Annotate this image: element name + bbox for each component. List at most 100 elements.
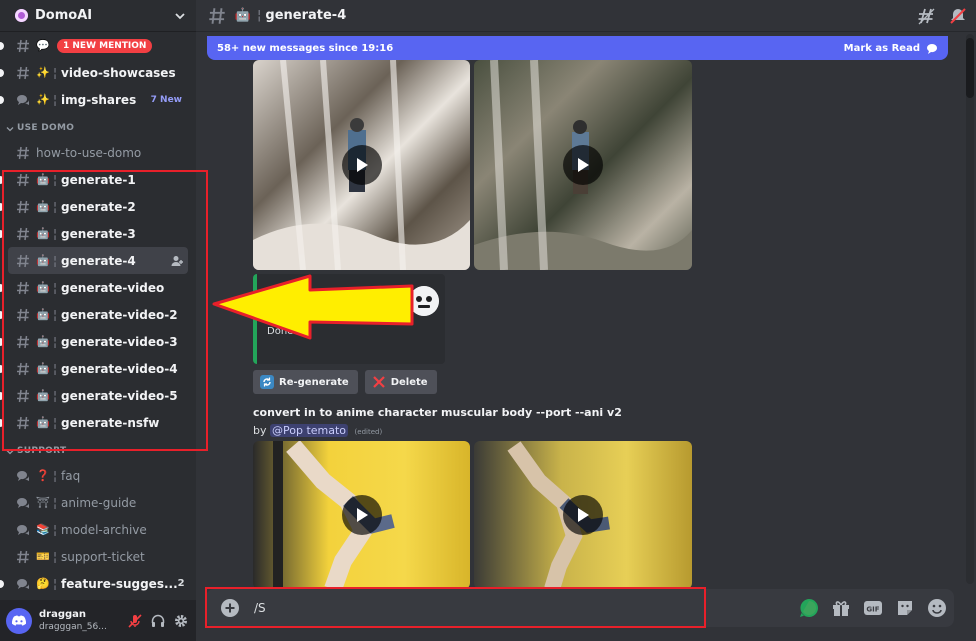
message-composer: GIF	[206, 589, 954, 627]
message-input[interactable]	[254, 601, 754, 615]
category-use-domo[interactable]: USE DOMO	[0, 113, 196, 139]
channel-generate-video-4[interactable]: 🤖 ¦ generate-video-4	[0, 355, 188, 382]
new-messages-text: 58+ new messages since 19:16	[217, 42, 394, 54]
user-info[interactable]: draggan dragggan_56...	[39, 609, 121, 633]
user-mention[interactable]: @Pop temato	[270, 424, 349, 437]
channel-video-showcases[interactable]: ✨ ¦ video-showcases	[0, 59, 188, 86]
forum-icon	[17, 94, 29, 105]
channel-generate-video-3[interactable]: 🤖 ¦ generate-video-3	[0, 328, 188, 355]
play-icon[interactable]	[563, 495, 603, 535]
thinking-icon: 🤔	[36, 577, 50, 590]
channel-label: model-archive	[61, 522, 147, 537]
books-icon: 📚	[36, 523, 50, 536]
user-panel: draggan dragggan_56...	[0, 600, 196, 641]
robot-icon: 🤖	[36, 335, 50, 348]
hashtag-icon	[17, 227, 29, 240]
channel-label: generate-1	[61, 172, 136, 187]
robot-icon: 🤖	[36, 416, 50, 429]
username: draggan	[39, 608, 87, 620]
channel-label: img-shares	[61, 92, 137, 107]
scrollbar-thumb[interactable]	[966, 38, 974, 98]
yellow-arrow-icon	[212, 274, 414, 340]
server-header[interactable]: DomoAI	[0, 0, 196, 32]
forum-icon	[17, 524, 29, 535]
new-messages-bar[interactable]: 58+ new messages since 19:16 Mark as Rea…	[207, 36, 948, 60]
unread-indicator	[0, 175, 4, 184]
channel-label: generate-3	[61, 226, 136, 241]
channel-support-ticket[interactable]: 🎫 ¦ support-ticket	[8, 543, 188, 570]
channel-generate-video-5[interactable]: 🤖 ¦ generate-video-5	[0, 382, 188, 409]
add-attachment-icon[interactable]	[220, 598, 240, 618]
channel-sidebar: DomoAI 💬 1 NEW MENTION ✨ ¦ video-showcas…	[0, 0, 196, 641]
category-support[interactable]: SUPPORT	[0, 436, 196, 462]
scrollbar[interactable]	[966, 34, 974, 584]
hashtag-icon	[17, 389, 29, 402]
channel-mention[interactable]: 💬 1 NEW MENTION	[0, 34, 188, 59]
channel-how-to-use-domo[interactable]: how-to-use-domo	[8, 139, 188, 166]
threads-icon[interactable]	[916, 6, 936, 26]
robot-icon: 🤖	[36, 362, 50, 375]
channel-faq[interactable]: ❓ ¦ faq	[8, 462, 188, 489]
gift-icon[interactable]	[830, 597, 852, 619]
video-attachment[interactable]	[474, 441, 692, 589]
channel-anime-guide[interactable]: ⛩ ¦ anime-guide	[8, 489, 188, 516]
channel-generate-4[interactable]: 🤖 ¦ generate-4	[8, 247, 188, 274]
robot-icon: 🤖	[36, 173, 50, 186]
channel-img-shares[interactable]: ✨ ¦ img-shares 7 New	[0, 86, 188, 113]
cross-mark-icon	[372, 376, 385, 388]
video-attachment[interactable]	[253, 60, 470, 270]
hashtag-icon	[17, 550, 29, 563]
channel-generate-1[interactable]: 🤖 ¦ generate-1	[0, 166, 188, 193]
apps-icon[interactable]	[798, 597, 820, 619]
mark-as-read-button[interactable]: Mark as Read	[844, 42, 938, 54]
channel-list: 💬 1 NEW MENTION ✨ ¦ video-showcases ✨ ¦ …	[0, 34, 196, 600]
forum-icon	[17, 470, 29, 481]
chevron-down-icon[interactable]	[174, 10, 186, 22]
hashtag-icon	[17, 254, 29, 267]
speech-bubble-icon: 💬	[36, 39, 50, 52]
channel-model-archive[interactable]: 📚 ¦ model-archive	[8, 516, 188, 543]
gear-icon[interactable]	[172, 612, 190, 630]
unread-indicator	[0, 95, 4, 104]
mute-bell-icon[interactable]	[948, 6, 968, 26]
sticker-icon[interactable]	[894, 597, 916, 619]
hashtag-icon	[17, 416, 29, 429]
regenerate-button[interactable]: Re-generate	[253, 370, 358, 394]
sparkles-icon: ✨	[36, 66, 50, 79]
channel-generate-video-2[interactable]: 🤖 ¦ generate-video-2	[0, 301, 188, 328]
channel-generate-nsfw[interactable]: 🤖 ¦ generate-nsfw	[0, 409, 188, 436]
video-attachment[interactable]	[474, 60, 692, 270]
unread-indicator	[0, 229, 4, 238]
hashtag-icon	[17, 173, 29, 186]
channel-generate-video[interactable]: 🤖 ¦ generate-video	[0, 274, 188, 301]
gif-icon[interactable]: GIF	[862, 597, 884, 619]
unread-indicator	[0, 310, 4, 319]
delete-button[interactable]: Delete	[364, 370, 437, 394]
video-attachment[interactable]	[253, 441, 470, 589]
unread-indicator	[0, 283, 4, 292]
channel-title: generate-4	[265, 8, 347, 23]
user-tag: dragggan_56...	[39, 621, 107, 632]
channel-feature-suggestions[interactable]: 🤔 ¦ feature-sugges... 2	[0, 570, 188, 597]
play-icon[interactable]	[341, 145, 382, 185]
mute-mic-icon[interactable]	[126, 612, 144, 630]
channel-generate-3[interactable]: 🤖 ¦ generate-3	[0, 220, 188, 247]
channel-label: how-to-use-domo	[36, 145, 142, 160]
play-icon[interactable]	[563, 145, 603, 185]
headphones-icon[interactable]	[149, 612, 167, 630]
channel-generate-2[interactable]: 🤖 ¦ generate-2	[0, 193, 188, 220]
unread-indicator	[0, 579, 4, 588]
channel-label: feature-sugges...	[61, 576, 178, 591]
hashtag-icon	[209, 7, 225, 24]
mark-read-icon	[927, 44, 938, 54]
unread-indicator	[0, 364, 4, 373]
avatar[interactable]	[6, 607, 32, 634]
play-icon[interactable]	[341, 495, 382, 535]
emoji-icon[interactable]	[926, 597, 948, 619]
channel-label: faq	[61, 468, 81, 483]
forum-icon	[17, 497, 29, 508]
add-member-icon[interactable]	[170, 254, 184, 268]
channel-label: video-showcases	[61, 65, 176, 80]
message-prompt: convert in to anime character muscular b…	[253, 406, 622, 419]
channel-label: generate-2	[61, 199, 136, 214]
